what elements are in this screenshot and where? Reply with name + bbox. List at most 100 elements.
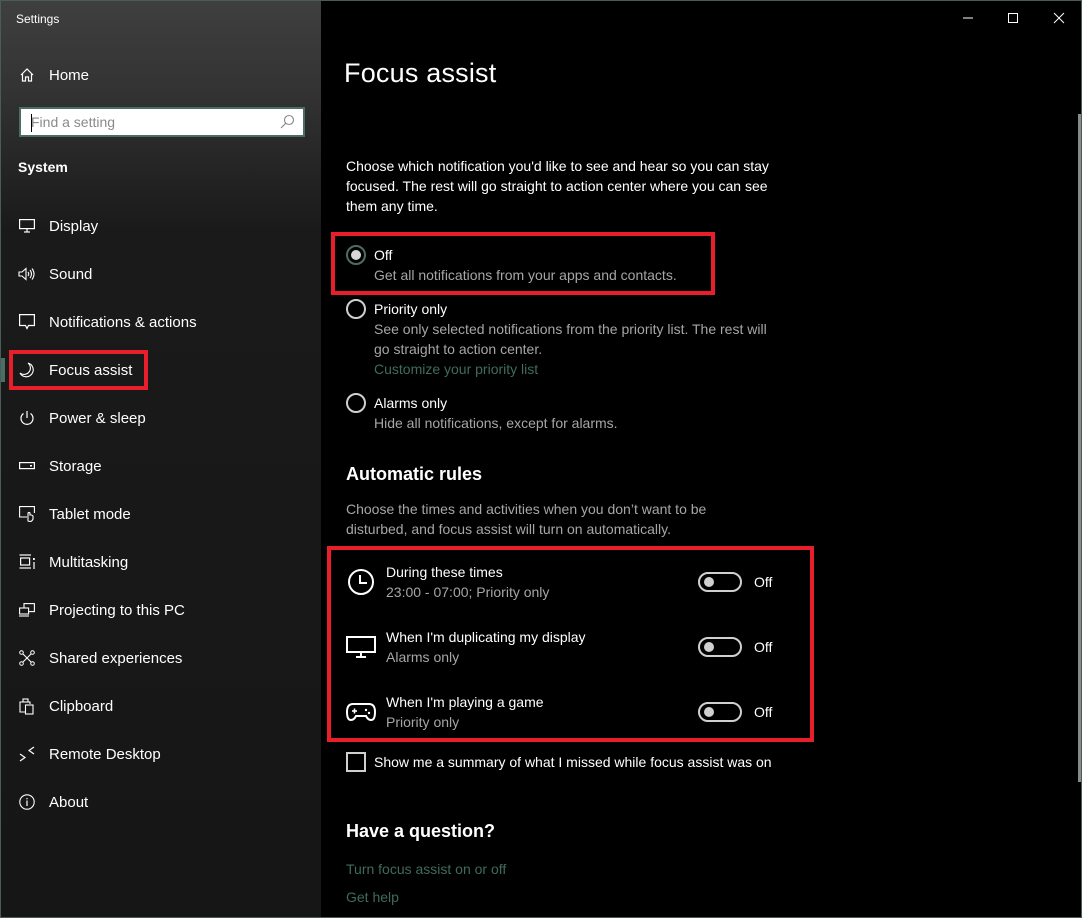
sidebar-item-label: Power & sleep	[49, 409, 146, 427]
sidebar-item-about[interactable]: About	[1, 778, 321, 826]
sidebar-item-sound[interactable]: Sound	[1, 250, 321, 298]
radio-button[interactable]	[346, 393, 366, 413]
option-label: Priority only	[374, 301, 448, 317]
option-label: Off	[374, 247, 393, 263]
scrollbar[interactable]	[1078, 114, 1081, 782]
sidebar-item-label: Focus assist	[49, 361, 133, 379]
sidebar-item-storage[interactable]: Storage	[1, 442, 321, 490]
monitor-icon	[346, 632, 376, 662]
customize-priority-list-link[interactable]: Customize your priority list	[374, 359, 784, 379]
search-icon[interactable]	[279, 114, 295, 130]
automatic-rules-description: Choose the times and activities when you…	[346, 501, 707, 537]
speaker-icon	[18, 266, 35, 283]
sidebar: Settings Home System Display Sound Notif…	[1, 1, 321, 917]
sidebar-item-label: About	[49, 793, 89, 811]
radio-button[interactable]	[346, 299, 366, 319]
search-box[interactable]	[19, 107, 305, 137]
sidebar-item-label: Clipboard	[49, 697, 114, 715]
drive-icon	[18, 458, 35, 475]
page-description: Choose which notification you'd like to …	[346, 158, 769, 214]
sidebar-item-label: Projecting to this PC	[49, 601, 185, 619]
toggle-state: Off	[754, 639, 773, 655]
minimize-icon	[963, 17, 973, 19]
home-icon	[20, 68, 34, 82]
radio-dot	[351, 250, 361, 260]
remote-desktop-icon	[18, 746, 35, 763]
gamepad-icon	[346, 697, 376, 727]
rule-playing-game: When I'm playing a game Priority only Of…	[346, 690, 786, 734]
sidebar-item-remote-desktop[interactable]: Remote Desktop	[1, 730, 321, 778]
sidebar-item-clipboard[interactable]: Clipboard	[1, 682, 321, 730]
sidebar-item-projecting[interactable]: Projecting to this PC	[1, 586, 321, 634]
toggle-switch[interactable]	[698, 702, 742, 722]
multitasking-icon	[18, 554, 35, 571]
rule-subtitle: Priority only	[386, 714, 460, 730]
summary-checkbox-row[interactable]: Show me a summary of what I missed while…	[346, 752, 772, 772]
toggle-knob	[704, 707, 714, 717]
maximize-button[interactable]	[998, 7, 1028, 29]
home-label: Home	[49, 66, 90, 84]
sidebar-item-label: Display	[49, 217, 99, 235]
close-button[interactable]	[1044, 7, 1074, 29]
rule-subtitle: 23:00 - 07:00; Priority only	[386, 584, 550, 600]
get-help-link[interactable]: Get help	[346, 889, 399, 905]
sidebar-item-label: Shared experiences	[49, 649, 183, 667]
search-input[interactable]	[31, 114, 279, 130]
app-title: Settings	[16, 12, 60, 26]
rule-title[interactable]: When I'm playing a game	[386, 692, 698, 712]
page-title: Focus assist	[344, 58, 497, 88]
shared-icon	[18, 650, 35, 667]
sidebar-item-label: Storage	[49, 457, 102, 475]
sidebar-item-multitasking[interactable]: Multitasking	[1, 538, 321, 586]
project-icon	[18, 602, 35, 619]
radio-option-off[interactable]: Off Get all notifications from your apps…	[346, 245, 784, 285]
rule-title[interactable]: During these times	[386, 562, 698, 582]
home-button[interactable]: Home	[19, 63, 89, 87]
sidebar-nav: Display Sound Notifications & actions Fo…	[1, 202, 321, 826]
clipboard-icon	[18, 697, 35, 715]
option-label: Alarms only	[374, 395, 448, 411]
sidebar-item-notifications[interactable]: Notifications & actions	[1, 298, 321, 346]
radio-button[interactable]	[346, 245, 366, 265]
rule-during-these-times: During these times 23:00 - 07:00; Priori…	[346, 560, 786, 604]
clock-icon	[346, 567, 376, 597]
sidebar-item-display[interactable]: Display	[1, 202, 321, 250]
radio-option-priority-only[interactable]: Priority only See only selected notifica…	[346, 299, 784, 379]
toggle-switch[interactable]	[698, 637, 742, 657]
section-title: System	[18, 159, 68, 175]
option-subtitle: See only selected notifications from the…	[374, 321, 767, 357]
monitor-icon	[18, 218, 35, 235]
close-icon	[1053, 12, 1065, 24]
text-caret	[31, 114, 32, 132]
speech-bubble-icon	[18, 314, 35, 331]
option-subtitle: Get all notifications from your apps and…	[374, 267, 677, 283]
power-icon	[18, 410, 35, 427]
toggle-knob	[704, 642, 714, 652]
automatic-rules-heading: Automatic rules	[346, 464, 483, 484]
toggle-state: Off	[754, 704, 773, 720]
rule-subtitle: Alarms only	[386, 649, 460, 665]
option-subtitle: Hide all notifications, except for alarm…	[374, 415, 618, 431]
minimize-button[interactable]	[953, 7, 983, 29]
toggle-switch[interactable]	[698, 572, 742, 592]
moon-icon	[18, 362, 35, 379]
summary-checkbox-label: Show me a summary of what I missed while…	[374, 754, 772, 770]
toggle-state: Off	[754, 574, 773, 590]
main-content: Focus assist Choose which notification y…	[321, 1, 1081, 917]
turn-focus-assist-link[interactable]: Turn focus assist on or off	[346, 861, 506, 877]
sidebar-item-label: Tablet mode	[49, 505, 131, 523]
sidebar-item-label: Remote Desktop	[49, 745, 161, 763]
sidebar-item-label: Sound	[49, 265, 93, 283]
sidebar-item-power-sleep[interactable]: Power & sleep	[1, 394, 321, 442]
maximize-icon	[1008, 13, 1018, 23]
rule-title[interactable]: When I'm duplicating my display	[386, 627, 698, 647]
settings-window: Settings Home System Display Sound Notif…	[0, 0, 1082, 918]
sidebar-item-label: Multitasking	[49, 553, 129, 571]
radio-option-alarms-only[interactable]: Alarms only Hide all notifications, exce…	[346, 393, 784, 433]
help-heading: Have a question?	[346, 821, 496, 841]
sidebar-item-tablet-mode[interactable]: Tablet mode	[1, 490, 321, 538]
summary-checkbox[interactable]	[346, 752, 366, 772]
sidebar-item-focus-assist[interactable]: Focus assist	[1, 346, 321, 394]
rule-duplicating-display: When I'm duplicating my display Alarms o…	[346, 625, 786, 669]
sidebar-item-shared-experiences[interactable]: Shared experiences	[1, 634, 321, 682]
